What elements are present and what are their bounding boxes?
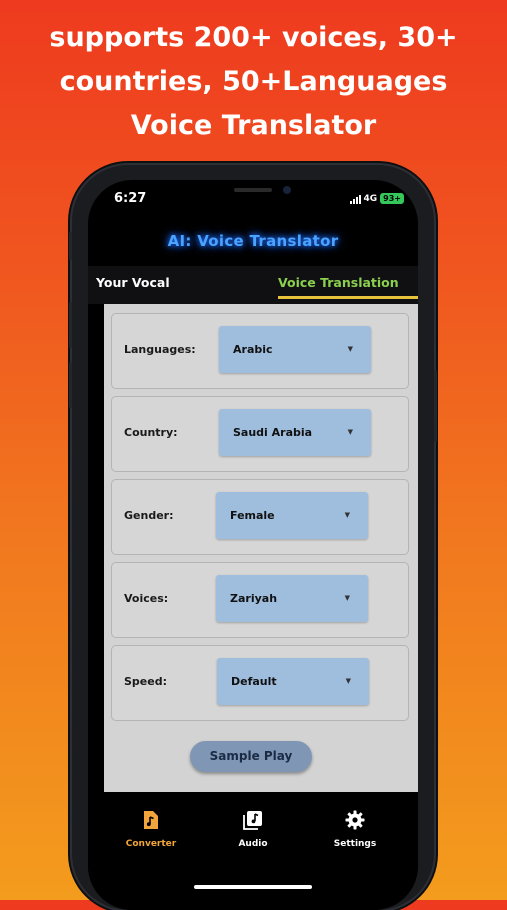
tab-voice-translation[interactable]: Voice Translation: [278, 275, 399, 290]
gender-dropdown[interactable]: Female ▼: [216, 492, 368, 539]
phone-side-button-volume-down: [69, 362, 72, 408]
voices-value: Zariyah: [230, 592, 278, 605]
tab-your-vocal[interactable]: Your Vocal: [96, 275, 170, 290]
headline-line-1: supports 200+ voices, 30+: [49, 22, 458, 53]
tab-bar: Your Vocal Voice Translation: [88, 266, 418, 304]
chevron-down-icon: ▼: [344, 511, 350, 519]
nav-settings-label: Settings: [333, 839, 377, 849]
network-type: 4G: [363, 193, 378, 204]
voices-label: Voices:: [124, 592, 169, 605]
home-indicator[interactable]: [194, 885, 312, 889]
speed-dropdown[interactable]: Default ▼: [217, 658, 369, 705]
chevron-down-icon: ▼: [344, 594, 350, 602]
gear-icon: [300, 810, 410, 832]
languages-label: Languages:: [124, 343, 196, 356]
chevron-down-icon: ▼: [347, 428, 353, 436]
nav-audio-label: Audio: [238, 839, 268, 849]
country-dropdown[interactable]: Saudi Arabia ▼: [219, 409, 371, 456]
languages-value: Arabic: [233, 343, 273, 356]
phone-side-button-power: [434, 370, 437, 442]
battery-icon: 93+: [380, 193, 404, 204]
speed-label: Speed:: [124, 675, 167, 688]
gender-value: Female: [230, 509, 275, 522]
chevron-down-icon: ▼: [345, 677, 351, 685]
speed-value: Default: [231, 675, 277, 688]
gender-label: Gender:: [124, 509, 174, 522]
status-indicators: 4G 93+: [349, 193, 404, 204]
languages-row: Languages: Arabic ▼: [111, 313, 409, 389]
phone-screen: 6:27 4G 93+ AI: Voice Translator Your Vo…: [88, 180, 418, 910]
country-value: Saudi Arabia: [233, 426, 313, 439]
signal-icon: [349, 194, 361, 204]
earpiece-speaker: [234, 188, 272, 192]
gender-row: Gender: Female ▼: [111, 479, 409, 555]
chevron-down-icon: ▼: [347, 345, 353, 353]
app-title: AI: Voice Translator: [167, 232, 339, 250]
bottom-navigation: Converter Audio Settings: [88, 792, 418, 910]
speed-row: Speed: Default ▼: [111, 645, 409, 721]
headline-line-2: countries, 50+Languages: [59, 66, 448, 97]
voices-row: Voices: Zariyah ▼: [111, 562, 409, 638]
status-bar: 6:27 4G 93+: [88, 180, 418, 220]
phone-side-button-volume-up: [69, 302, 72, 348]
voices-dropdown[interactable]: Zariyah ▼: [216, 575, 368, 622]
languages-dropdown[interactable]: Arabic ▼: [219, 326, 371, 373]
music-file-icon: [96, 810, 206, 832]
active-tab-indicator: [278, 296, 418, 299]
nav-converter-label: Converter: [125, 839, 177, 849]
front-camera: [283, 186, 291, 194]
status-time: 6:27: [114, 191, 147, 206]
music-library-icon: [198, 810, 308, 832]
country-label: Country:: [124, 426, 178, 439]
sample-play-button[interactable]: Sample Play: [190, 741, 312, 772]
country-row: Country: Saudi Arabia ▼: [111, 396, 409, 472]
headline-line-3: Voice Translator: [130, 110, 377, 141]
voice-settings-panel: Languages: Arabic ▼ Country: Saudi Arabi…: [104, 304, 418, 792]
phone-side-button-silent: [69, 232, 72, 260]
promo-headline: supports 200+ voices, 30+ countries, 50+…: [0, 16, 507, 148]
